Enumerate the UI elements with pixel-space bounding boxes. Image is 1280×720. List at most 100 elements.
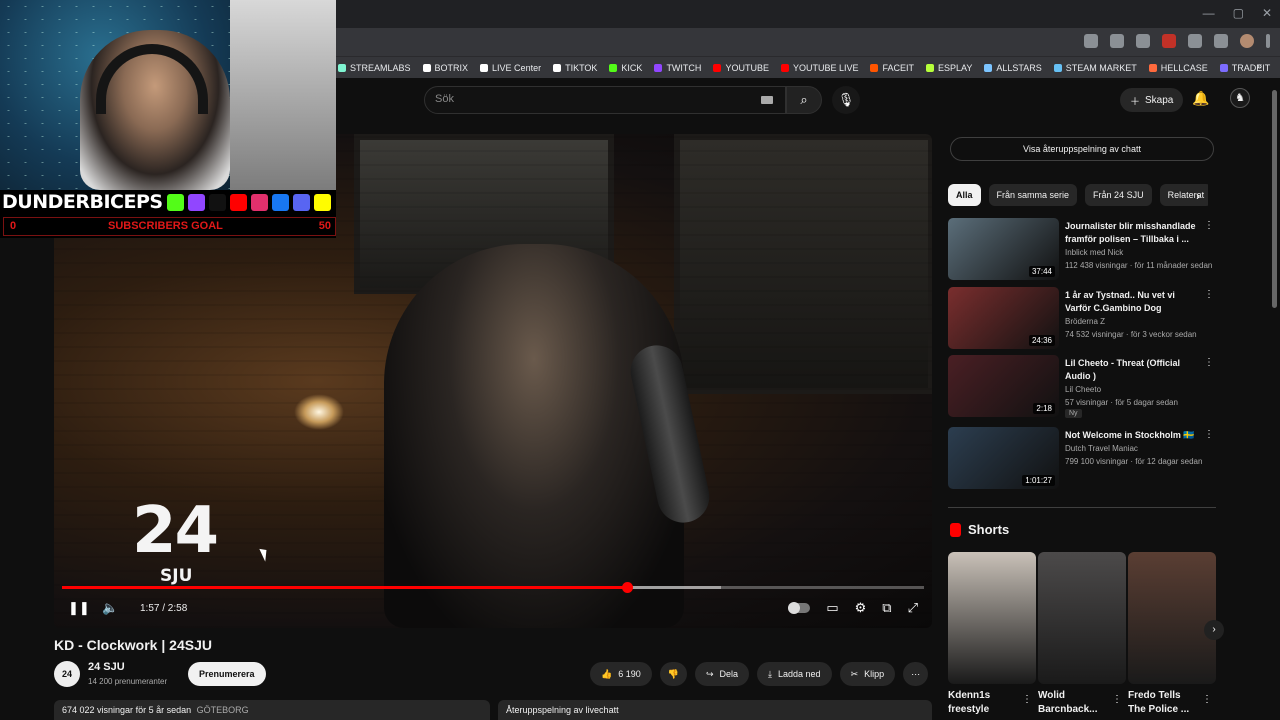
short-title[interactable]: Wolid Barcnback... <box>1038 689 1108 717</box>
video-thumbnail[interactable]: 1:01:27 <box>948 427 1059 489</box>
more-icon: ⋯ <box>911 668 921 679</box>
bookmark-item[interactable]: TRADEIT <box>1219 63 1270 73</box>
page-scrollbar[interactable] <box>1272 90 1277 308</box>
live-chat-replay-label: Återuppspelning av livechatt <box>506 705 619 715</box>
more-vert-icon[interactable]: ⋮ <box>1204 357 1214 368</box>
filter-chip[interactable]: Från 24 SJU <box>1085 184 1152 206</box>
settings-icon[interactable]: ⚙ <box>855 600 867 616</box>
recommended-video[interactable]: 37:44 Journalister blir misshandlade fram… <box>948 218 1216 280</box>
shorts-next-button[interactable]: › <box>1204 620 1224 640</box>
install-icon[interactable] <box>1084 34 1098 48</box>
chevron-double-right-icon[interactable]: » <box>1256 61 1262 72</box>
recommended-video[interactable]: 1:01:27 Not Welcome in Stockholm 🇸🇪 Dutch … <box>948 427 1216 489</box>
kebab-menu-icon[interactable] <box>1266 34 1270 48</box>
account-avatar[interactable]: ♞ <box>1230 88 1250 108</box>
more-vert-icon[interactable]: ⋮ <box>1112 694 1122 705</box>
recommended-channel-name[interactable]: Inblick med Nick <box>1065 248 1123 257</box>
filter-chip[interactable]: Alla <box>948 184 981 206</box>
keyboard-icon[interactable] <box>761 96 773 104</box>
more-vert-icon[interactable]: ⋮ <box>1202 694 1212 705</box>
bell-icon[interactable]: 🔔 <box>1192 90 1209 107</box>
pause-icon[interactable]: ❚❚ <box>68 600 90 616</box>
bookmark-item[interactable]: ALLSTARS <box>984 63 1042 73</box>
chevron-right-icon[interactable]: › <box>1196 189 1200 203</box>
volume-icon[interactable]: 🔈 <box>102 600 118 616</box>
subscribe-button[interactable]: Prenumerera <box>188 662 266 686</box>
twitch-icon <box>187 193 205 211</box>
more-vert-icon[interactable]: ⋮ <box>1022 694 1032 705</box>
autoplay-toggle[interactable] <box>788 602 811 614</box>
sidebar-icon[interactable] <box>1214 34 1228 48</box>
instagram-icon <box>250 193 268 211</box>
live-chat-replay-panel[interactable]: Återuppspelning av livechatt <box>498 700 932 720</box>
progress-bar[interactable] <box>62 582 924 593</box>
like-button[interactable]: 👍 6 190 <box>590 662 652 686</box>
filter-chip[interactable]: Relaterat <box>1159 184 1208 206</box>
short-thumbnail[interactable] <box>1038 552 1126 684</box>
star-icon[interactable] <box>1110 34 1124 48</box>
bookmark-label: TIKTOK <box>565 62 598 73</box>
puzzle-icon[interactable] <box>1188 34 1202 48</box>
video-thumbnail[interactable]: 2:18 <box>948 355 1059 417</box>
bookmark-item[interactable]: ESPLAY <box>926 63 972 73</box>
more-vert-icon[interactable]: ⋮ <box>1204 429 1214 440</box>
recommended-video-title[interactable]: Journalister blir misshandlade framför p… <box>1065 220 1201 246</box>
video-thumbnail[interactable]: 24:36 <box>948 287 1059 349</box>
close-icon[interactable]: ✕ <box>1262 6 1272 20</box>
search-button[interactable]: ⌕ <box>786 86 822 114</box>
recommended-video-title[interactable]: 1 år av Tystnad.. Nu vet vi Varför C.Gam… <box>1065 289 1201 315</box>
search-input[interactable]: Sök <box>424 86 786 114</box>
bookmark-item[interactable]: FACEIT <box>870 63 914 73</box>
more-vert-icon[interactable]: ⋮ <box>1204 289 1214 300</box>
channel-name[interactable]: 24 SJU <box>88 661 125 673</box>
bookmark-item[interactable]: YOUTUBE <box>713 63 769 73</box>
recommended-channel-name[interactable]: Bröderna Z <box>1065 317 1105 326</box>
share-button[interactable]: ↪ Dela <box>694 662 750 686</box>
voice-search-button[interactable]: 🎙 <box>832 86 860 114</box>
clip-button[interactable]: ✂ Klipp <box>839 662 896 686</box>
create-button[interactable]: ＋ Skapa <box>1120 88 1184 112</box>
bookmark-item[interactable]: TWITCH <box>654 63 701 73</box>
bookmark-favicon-icon <box>553 63 562 72</box>
bookmark-item[interactable]: TIKTOK <box>553 63 597 73</box>
show-chat-replay-button[interactable]: Visa återuppspelning av chatt <box>950 137 1214 161</box>
short-thumbnail[interactable] <box>948 552 1036 684</box>
bookmark-item[interactable]: LIVE Center <box>480 63 541 73</box>
bookmark-favicon-icon <box>1148 63 1157 72</box>
bookmark-item[interactable]: BOTRIX <box>422 63 468 73</box>
fullscreen-icon[interactable]: ⤢ <box>908 600 918 616</box>
description-box[interactable]: 674 022 visningar för 5 år sedan GÖTEBOR… <box>54 700 490 720</box>
recommended-video[interactable]: 2:18 Lil Cheeto - Threat (Official Audio … <box>948 355 1216 418</box>
recommended-video-title[interactable]: Lil Cheeto - Threat (Official Audio ) <box>1065 357 1201 383</box>
channel-avatar[interactable]: 24 <box>54 661 80 687</box>
bookmark-item[interactable]: YOUTUBE LIVE <box>780 63 858 73</box>
more-actions-button[interactable]: ⋯ <box>903 662 929 686</box>
location-tag[interactable]: GÖTEBORG <box>197 705 249 715</box>
maximize-icon[interactable]: ▢ <box>1233 6 1244 20</box>
short-title[interactable]: Kdenn1s freestyle <box>948 689 1018 717</box>
recommended-channel-name[interactable]: Lil Cheeto <box>1065 385 1101 394</box>
record-icon[interactable] <box>1162 34 1176 48</box>
short-thumbnail[interactable] <box>1128 552 1216 684</box>
bookmark-item[interactable]: HELLCASE <box>1148 63 1208 73</box>
video-thumbnail[interactable]: 37:44 <box>948 218 1059 280</box>
short-title[interactable]: Fredo Tells The Police ... <box>1128 689 1198 717</box>
miniplayer-icon[interactable]: ⧉ <box>882 600 891 616</box>
dislike-button[interactable]: 👎 <box>659 662 687 686</box>
bookmark-item[interactable]: STREAMLABS <box>338 63 411 73</box>
filter-chip[interactable]: Från samma serie <box>988 184 1078 206</box>
minimize-icon[interactable]: — <box>1203 6 1215 20</box>
bookmark-item[interactable]: KICK <box>609 63 642 73</box>
more-vert-icon[interactable]: ⋮ <box>1204 220 1214 231</box>
extension-icon[interactable] <box>1136 34 1150 48</box>
progress-played <box>62 586 627 589</box>
recommended-video[interactable]: 24:36 1 år av Tystnad.. Nu vet vi Varför … <box>948 287 1216 349</box>
recommended-video-title[interactable]: Not Welcome in Stockholm 🇸🇪 <box>1065 429 1201 442</box>
download-button[interactable]: ⤓ Ladda ned <box>757 662 832 686</box>
recommended-channel-name[interactable]: Dutch Travel Maniac <box>1065 444 1138 453</box>
video-duration: 1:01:27 <box>1022 475 1055 486</box>
progress-scrubber[interactable] <box>621 582 633 593</box>
bookmark-item[interactable]: STEAM MARKET <box>1053 63 1137 73</box>
subtitles-icon[interactable]: ▭ <box>826 600 838 616</box>
profile-icon[interactable] <box>1240 34 1254 48</box>
